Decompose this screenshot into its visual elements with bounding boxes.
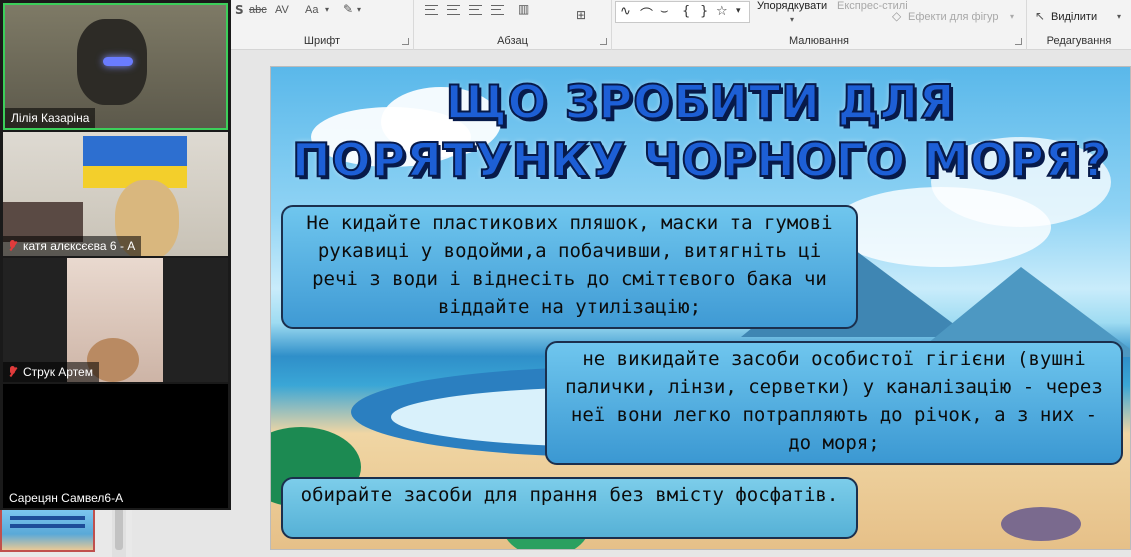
freeform-icon[interactable]: ∿	[620, 4, 631, 19]
chevron-down-icon[interactable]: ▾	[1010, 10, 1014, 24]
slide-title[interactable]: ЩО ЗРОБИТИ ДЛЯ ПОРЯТУНКУ ЧОРНОГО МОРЯ?	[271, 73, 1130, 189]
thumbnail-title-mark	[10, 516, 85, 520]
shapes-gallery[interactable]: ∿ ⌒ ⌣ { } ☆ ▾	[615, 1, 750, 23]
participant-tile[interactable]: Лілія Казаріна	[3, 3, 228, 130]
dialog-launcher-icon[interactable]	[402, 38, 409, 45]
character-spacing-button[interactable]: AV	[275, 3, 289, 17]
slide-title-line-2: ПОРЯТУНКУ ЧОРНОГО МОРЯ?	[291, 132, 1109, 188]
app-window: S abc AV Aa ▾ ✎ ▾ Шрифт ▥ ⊞ Абзац ∿ ⌒ ⌣	[0, 0, 1131, 557]
editing-group: ↖ Виділити ▾ Редагування	[1027, 0, 1131, 50]
flag-blue-stripe	[83, 136, 187, 166]
tip-textbox-1[interactable]: Не кидайте пластикових пляшок, маски та …	[281, 205, 858, 329]
dialog-launcher-icon[interactable]	[1015, 38, 1022, 45]
dialog-launcher-icon[interactable]	[600, 38, 607, 45]
align-left-icon[interactable]	[425, 5, 438, 15]
participant-name: Лілія Казаріна	[5, 108, 96, 128]
brace-left-icon[interactable]: {	[682, 4, 690, 19]
columns-icon[interactable]: ▥	[518, 2, 529, 16]
font-group: S abc AV Aa ▾ ✎ ▾ Шрифт	[231, 0, 414, 50]
paragraph-group-label: Абзац	[497, 35, 528, 47]
drawing-group-label: Малювання	[788, 35, 850, 47]
slide-canvas[interactable]: ЩО ЗРОБИТИ ДЛЯ ПОРЯТУНКУ ЧОРНОГО МОРЯ? Н…	[270, 66, 1131, 550]
editing-group-label: Редагування	[1046, 35, 1112, 47]
drawing-group: ∿ ⌒ ⌣ { } ☆ ▾ Упорядкувати ▾ Експрес-сти…	[612, 0, 1027, 50]
align-center-icon[interactable]	[447, 5, 460, 15]
slide-thumbnail[interactable]	[0, 508, 95, 552]
rock-image	[1001, 507, 1081, 541]
select-button[interactable]: Виділити	[1051, 10, 1097, 24]
muted-mic-icon	[9, 240, 17, 252]
shape-effects-button[interactable]: Ефекти для фігур	[908, 10, 999, 24]
justify-icon[interactable]	[491, 5, 504, 15]
gallery-more-icon[interactable]: ▾	[736, 6, 741, 16]
chevron-down-icon[interactable]: ▾	[325, 3, 329, 17]
shape-effects-icon[interactable]: ◇	[892, 9, 901, 23]
participant-tile[interactable]: Сарецян Самвел6-А	[3, 384, 228, 508]
chevron-down-icon[interactable]: ▾	[1117, 10, 1121, 24]
participant-name: Струк Артем	[3, 362, 99, 382]
arrange-button[interactable]: Упорядкувати	[757, 0, 827, 13]
cursor-icon[interactable]: ↖	[1035, 9, 1045, 23]
participant-tile[interactable]: катя алєксєєва 6 - А	[3, 132, 228, 256]
video-participants-panel: Лілія Казаріна катя алєксєєва 6 - А Стру…	[0, 0, 231, 510]
tip-textbox-2[interactable]: не викидайте засоби особистої гігієни (в…	[545, 341, 1123, 465]
smartart-icon[interactable]: ⊞	[576, 8, 586, 22]
change-case-button[interactable]: Aa	[305, 3, 318, 17]
font-group-label: Шрифт	[303, 35, 341, 47]
chevron-down-icon[interactable]: ▾	[357, 3, 361, 17]
chevron-down-icon[interactable]: ▾	[790, 13, 794, 27]
brace-right-icon[interactable]: }	[700, 4, 708, 19]
tip-textbox-3[interactable]: обирайте засоби для прання без вмісту фо…	[281, 477, 858, 539]
muted-mic-icon	[9, 366, 17, 378]
shadow-icon[interactable]: S	[235, 3, 244, 17]
paragraph-group: ▥ ⊞ Абзац	[414, 0, 612, 50]
slide-title-line-1: ЩО ЗРОБИТИ ДЛЯ	[445, 74, 956, 130]
font-color-icon[interactable]: ✎	[343, 2, 353, 16]
participant-name: Сарецян Самвел6-А	[3, 488, 130, 508]
participant-video-glare	[103, 57, 133, 66]
participant-name: катя алєксєєва 6 - А	[3, 236, 142, 256]
participant-tile[interactable]: Струк Артем	[3, 258, 228, 382]
arc-icon[interactable]: ⌒	[640, 4, 653, 23]
align-right-icon[interactable]	[469, 5, 482, 15]
star-icon[interactable]: ☆	[716, 4, 728, 19]
curve-icon[interactable]: ⌣	[660, 4, 669, 19]
strikethrough-button[interactable]: abc	[249, 3, 267, 17]
thumbnail-title-mark	[10, 524, 85, 528]
